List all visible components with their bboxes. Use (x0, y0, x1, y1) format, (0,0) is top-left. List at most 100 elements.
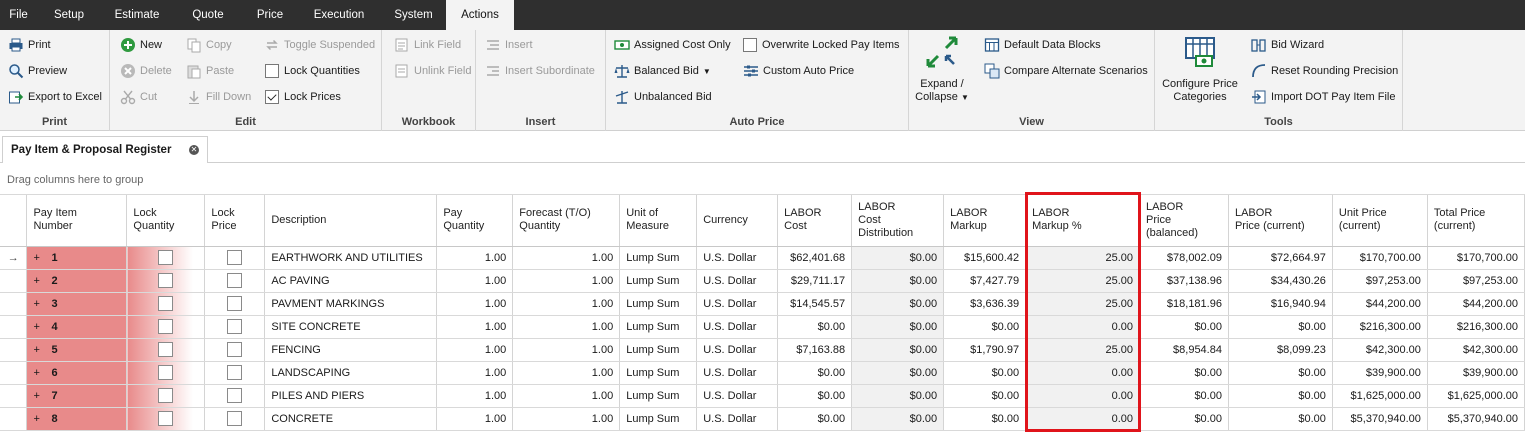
labor-price-current-cell[interactable]: $0.00 (1228, 315, 1333, 339)
labor-price-balanced-cell[interactable]: $0.00 (1139, 384, 1229, 408)
column-header-labor-price-balanced[interactable]: LABOR Price (balanced) (1139, 195, 1229, 247)
pay-item-number-cell[interactable]: +4 (26, 315, 128, 339)
lock-quantities-checkbox-box[interactable] (265, 64, 279, 78)
labor-cost-cell[interactable]: $62,401.68 (777, 246, 853, 270)
row-indicator[interactable] (0, 269, 28, 293)
toggle-suspended-button[interactable]: Toggle Suspended (264, 36, 375, 54)
labor-price-current-cell[interactable]: $8,099.23 (1228, 338, 1333, 362)
row-indicator[interactable] (0, 292, 28, 316)
close-icon[interactable]: ✕ (189, 145, 199, 155)
lock-prices-checkbox[interactable]: Lock Prices (265, 88, 341, 106)
pay-quantity-cell[interactable]: 1.00 (436, 338, 514, 362)
unit-price-cell[interactable]: $216,300.00 (1332, 315, 1428, 339)
labor-cost-distribution-cell[interactable]: $0.00 (851, 292, 945, 316)
labor-markup-cell[interactable]: $0.00 (943, 361, 1027, 385)
unbalanced-bid-button[interactable]: Unbalanced Bid (614, 88, 712, 106)
expand-row-icon[interactable]: + (33, 367, 43, 379)
description-cell[interactable]: SITE CONCRETE (264, 315, 438, 339)
unit-price-cell[interactable]: $97,253.00 (1332, 269, 1428, 293)
lock-quantity-checkbox[interactable] (158, 411, 174, 426)
pay-quantity-cell[interactable]: 1.00 (436, 407, 514, 431)
pay-quantity-cell[interactable]: 1.00 (436, 384, 514, 408)
lock-quantity-checkbox[interactable] (158, 319, 174, 334)
labor-markup-cell[interactable]: $0.00 (943, 315, 1027, 339)
unit-of-measure-cell[interactable]: Lump Sum (619, 384, 698, 408)
unit-price-cell[interactable]: $1,625,000.00 (1332, 384, 1428, 408)
labor-cost-distribution-cell[interactable]: $0.00 (851, 384, 945, 408)
preview-button[interactable]: Preview (8, 62, 67, 80)
menu-tab-price[interactable]: Price (243, 0, 297, 30)
description-cell[interactable]: FENCING (264, 338, 438, 362)
fill-down-button[interactable]: Fill Down (186, 88, 251, 106)
lock-quantity-checkbox[interactable] (158, 342, 174, 357)
lock-prices-checkbox-box[interactable] (265, 90, 279, 104)
unit-of-measure-cell[interactable]: Lump Sum (619, 246, 698, 270)
unit-of-measure-cell[interactable]: Lump Sum (619, 292, 698, 316)
total-price-cell[interactable]: $5,370,940.00 (1427, 407, 1525, 431)
description-cell[interactable]: PAVMENT MARKINGS (264, 292, 438, 316)
unit-of-measure-cell[interactable]: Lump Sum (619, 407, 698, 431)
menu-tab-quote[interactable]: Quote (173, 0, 243, 30)
menu-tab-file[interactable]: File (0, 0, 37, 30)
labor-price-current-cell[interactable]: $72,664.97 (1228, 246, 1333, 270)
labor-price-balanced-cell[interactable]: $0.00 (1139, 407, 1229, 431)
lock-quantity-checkbox[interactable] (158, 250, 174, 265)
lock-price-checkbox[interactable] (227, 411, 243, 426)
labor-price-current-cell[interactable]: $0.00 (1228, 384, 1333, 408)
unlink-field-button[interactable]: Unlink Field (394, 62, 471, 80)
total-price-cell[interactable]: $97,253.00 (1427, 269, 1525, 293)
column-header-pay-quantity[interactable]: Pay Quantity (436, 195, 514, 247)
lock-quantity-checkbox[interactable] (158, 296, 174, 311)
forecast-quantity-cell[interactable]: 1.00 (512, 269, 621, 293)
labor-price-current-cell[interactable]: $0.00 (1228, 361, 1333, 385)
labor-cost-cell[interactable]: $7,163.88 (777, 338, 853, 362)
labor-price-balanced-cell[interactable]: $8,954.84 (1139, 338, 1229, 362)
forecast-quantity-cell[interactable]: 1.00 (512, 246, 621, 270)
unit-price-cell[interactable]: $44,200.00 (1332, 292, 1428, 316)
copy-button[interactable]: Copy (186, 36, 232, 54)
unit-of-measure-cell[interactable]: Lump Sum (619, 269, 698, 293)
currency-cell[interactable]: U.S. Dollar (696, 338, 779, 362)
description-cell[interactable]: EARTHWORK AND UTILITIES (264, 246, 438, 270)
labor-cost-cell[interactable]: $0.00 (777, 315, 853, 339)
labor-cost-distribution-cell[interactable]: $0.00 (851, 407, 945, 431)
pay-quantity-cell[interactable]: 1.00 (436, 292, 514, 316)
overwrite-locked-checkbox[interactable]: Overwrite Locked Pay Items (743, 36, 900, 54)
paste-button[interactable]: Paste (186, 62, 234, 80)
forecast-quantity-cell[interactable]: 1.00 (512, 315, 621, 339)
menu-tab-setup[interactable]: Setup (37, 0, 101, 30)
labor-markup-pct-cell[interactable]: 25.00 (1025, 338, 1140, 362)
column-header-labor-markup[interactable]: LABOR Markup (943, 195, 1027, 247)
pay-quantity-cell[interactable]: 1.00 (436, 269, 514, 293)
lock-price-checkbox[interactable] (227, 365, 243, 380)
currency-cell[interactable]: U.S. Dollar (696, 292, 779, 316)
unit-price-cell[interactable]: $39,900.00 (1332, 361, 1428, 385)
column-header-labor-cost[interactable]: LABOR Cost (777, 195, 853, 247)
forecast-quantity-cell[interactable]: 1.00 (512, 292, 621, 316)
forecast-quantity-cell[interactable]: 1.00 (512, 407, 621, 431)
new-button[interactable]: New (120, 36, 162, 54)
lock-price-checkbox[interactable] (227, 342, 243, 357)
table-row[interactable]: +4 SITE CONCRETE 1.00 1.00 Lump Sum U.S. Doll… (0, 315, 1525, 339)
pay-item-number-cell[interactable]: +5 (26, 338, 128, 362)
row-indicator[interactable] (0, 384, 28, 408)
total-price-cell[interactable]: $39,900.00 (1427, 361, 1525, 385)
currency-cell[interactable]: U.S. Dollar (696, 269, 779, 293)
menu-tab-estimate[interactable]: Estimate (101, 0, 173, 30)
currency-cell[interactable]: U.S. Dollar (696, 407, 779, 431)
expand-row-icon[interactable]: + (33, 252, 43, 264)
labor-markup-cell[interactable]: $0.00 (943, 407, 1027, 431)
pay-quantity-cell[interactable]: 1.00 (436, 315, 514, 339)
labor-cost-cell[interactable]: $14,545.57 (777, 292, 853, 316)
column-header-labor-price-current[interactable]: LABOR Price (current) (1228, 195, 1333, 247)
labor-markup-pct-cell[interactable]: 0.00 (1025, 315, 1140, 339)
forecast-quantity-cell[interactable]: 1.00 (512, 338, 621, 362)
row-indicator[interactable] (0, 361, 28, 385)
total-price-cell[interactable]: $216,300.00 (1427, 315, 1525, 339)
row-indicator[interactable]: → (0, 246, 28, 270)
pay-item-number-cell[interactable]: +8 (26, 407, 128, 431)
column-header-forecast-quantity[interactable]: Forecast (T/O) Quantity (512, 195, 621, 247)
labor-price-current-cell[interactable]: $0.00 (1228, 407, 1333, 431)
default-data-blocks-button[interactable]: Default Data Blocks (984, 36, 1101, 54)
table-row[interactable]: +5 FENCING 1.00 1.00 Lump Sum U.S. Dollar $7,1… (0, 338, 1525, 362)
